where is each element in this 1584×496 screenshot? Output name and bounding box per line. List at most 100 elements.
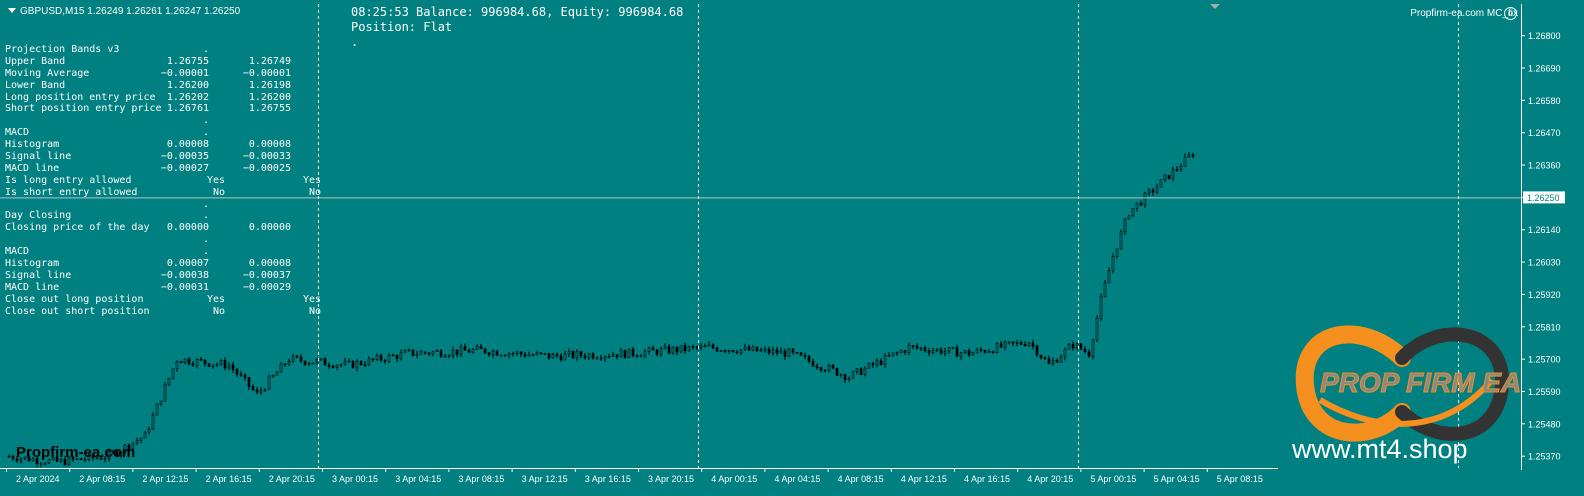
- indicator-row: Projection Bands v3.: [5, 44, 325, 56]
- candle-body: [1099, 296, 1103, 319]
- candle-body: [283, 363, 287, 366]
- candle-body: [763, 348, 767, 351]
- candle-body: [219, 360, 223, 365]
- candle-body: [707, 344, 711, 347]
- candle-body: [599, 357, 603, 360]
- candle-body: [907, 345, 911, 353]
- indicator-value-2: −0.00025: [242, 162, 291, 174]
- price-tick-label: 1.26800: [1528, 31, 1561, 41]
- candle-body: [723, 350, 727, 352]
- indicator-value-1: −0.00038: [160, 269, 209, 281]
- indicator-row: MACD.: [5, 246, 325, 258]
- candle-body: [739, 349, 743, 354]
- candle-body: [939, 348, 943, 354]
- position-line: Position: Flat: [351, 20, 453, 34]
- candle-body: [775, 349, 779, 354]
- candle-body: [243, 374, 247, 378]
- indicator-label: MACD: [5, 127, 30, 139]
- candle-body: [471, 349, 475, 353]
- status-dot: .: [351, 35, 359, 49]
- candle-body: [187, 358, 191, 365]
- candle-body: [347, 360, 351, 363]
- candle-body: [355, 361, 359, 369]
- indicator-label: Is long entry allowed: [5, 174, 132, 186]
- indicator-row: Lower Band 1.26200 1.26198: [5, 80, 325, 92]
- candle-body: [7, 455, 11, 458]
- time-tick-label: 3 Apr 04:15: [395, 474, 441, 484]
- account-status: 08:25:53 Balance: 996984.68, Equity: 996…: [351, 5, 683, 50]
- candle-body: [295, 355, 299, 358]
- candle-body: [387, 354, 391, 362]
- candle-body: [1047, 358, 1051, 365]
- indicator-value-2: No: [308, 305, 321, 317]
- candle-body: [1003, 341, 1007, 348]
- indicator-row: Upper Band 1.26755 1.26749: [5, 56, 325, 68]
- price-tick-label: 1.26580: [1528, 96, 1561, 106]
- candle-body: [867, 362, 871, 369]
- time-tick-label: 3 Apr 08:15: [458, 474, 504, 484]
- time-tick-label: 4 Apr 16:15: [964, 474, 1010, 484]
- time-tick-label: 3 Apr 12:15: [522, 474, 568, 484]
- candle-body: [1095, 317, 1099, 341]
- candle-body: [247, 377, 251, 387]
- url-watermark: www.mt4.shop: [1292, 434, 1468, 464]
- bottom-watermark: Propfirm-ea.com: [16, 444, 136, 461]
- candle-body: [255, 389, 259, 393]
- indicator-row: Close out short position No No: [5, 306, 325, 318]
- indicator-row: Day Closing.: [5, 210, 325, 222]
- candle-body: [623, 349, 627, 358]
- candle-body: [175, 361, 179, 370]
- candle-body: [795, 351, 799, 354]
- candle-body: [711, 344, 715, 349]
- candle-body: [267, 376, 271, 390]
- indicator-value-2: 1.26198: [248, 79, 291, 91]
- time-tick-label: 2 Apr 2024: [16, 474, 60, 484]
- candle-body: [1143, 192, 1147, 206]
- candle-body: [135, 440, 139, 444]
- time-tick-label: 2 Apr 12:15: [142, 474, 188, 484]
- candle-body: [1175, 168, 1179, 171]
- candle-body: [503, 354, 507, 357]
- time-tick-label: 4 Apr 12:15: [901, 474, 947, 484]
- current-price-label: 1.26250: [1527, 193, 1560, 203]
- candle-body: [431, 351, 435, 355]
- candle-body: [679, 345, 683, 353]
- candle-body: [375, 355, 379, 360]
- indicator-label: Upper Band: [5, 55, 66, 67]
- candle-body: [539, 352, 543, 354]
- price-tick-label: 1.25370: [1528, 452, 1561, 462]
- indicator-value-1: No: [212, 186, 225, 198]
- indicator-value-1: 0.00000: [166, 222, 209, 234]
- indicator-value-2: −0.00037: [242, 269, 291, 281]
- candle-body: [559, 355, 563, 361]
- candle-body: [259, 390, 263, 393]
- candle-body: [563, 353, 567, 361]
- candle-body: [399, 352, 403, 360]
- chart-window[interactable]: 1.25370 1.25480 1.25590 1.25700 1.25810 1.259…: [0, 0, 1584, 496]
- candle-body: [899, 350, 903, 353]
- candle-body: [643, 351, 647, 357]
- candle-body: [927, 350, 931, 354]
- candle-body: [963, 350, 967, 354]
- dropdown-triangle-icon[interactable]: [8, 8, 16, 13]
- indicator-row: Closing price of the day 0.00000 0.00000: [5, 222, 325, 234]
- candle-body: [323, 358, 327, 366]
- indicator-row: Moving Average −0.00001 −0.00001: [5, 68, 325, 80]
- candle-body: [903, 350, 907, 353]
- candle-body: [251, 386, 255, 391]
- indicator-row: Close out long position Yes Yes: [5, 294, 325, 306]
- candle-body: [879, 360, 883, 365]
- indicator-row: MACD line −0.00031 −0.00029: [5, 282, 325, 294]
- candle-body: [727, 349, 731, 352]
- candle-body: [227, 364, 231, 369]
- indicator-label: MACD line: [5, 162, 60, 174]
- candle-body: [803, 355, 807, 357]
- candle-body: [1163, 174, 1167, 180]
- candle-body: [1115, 248, 1119, 257]
- candle-body: [1171, 168, 1175, 180]
- candle-body: [891, 352, 895, 356]
- indicator-value-2: 1.26200: [248, 91, 291, 103]
- candle-body: [567, 351, 571, 355]
- candle-body: [43, 463, 47, 465]
- candle-body: [1083, 348, 1087, 353]
